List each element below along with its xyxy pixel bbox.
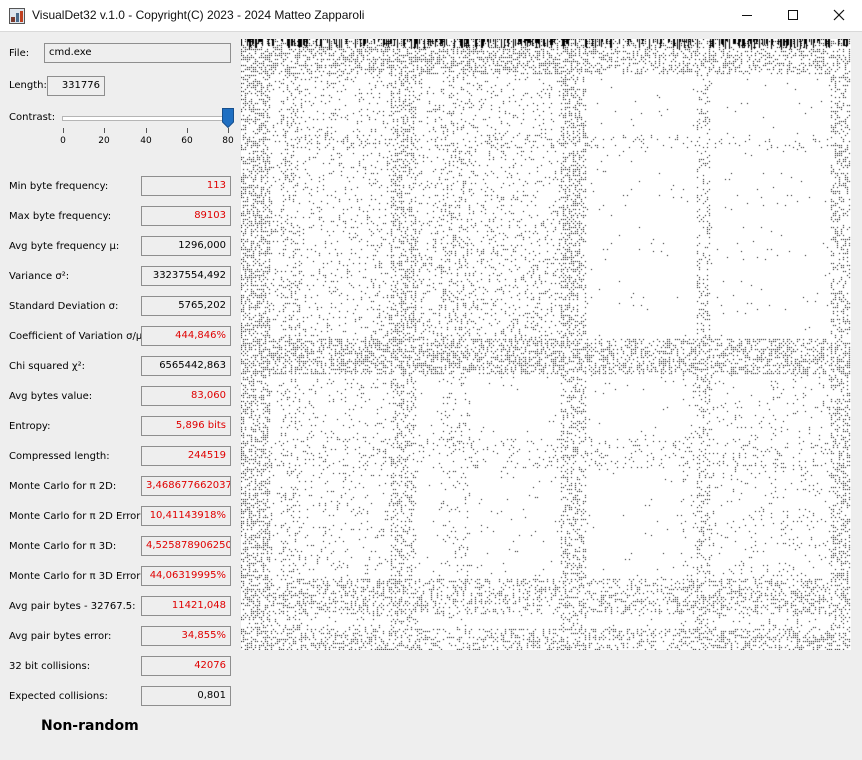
stat-value[interactable]: 83,060	[141, 386, 231, 406]
slider-tick-label: 40	[140, 136, 152, 146]
byte-pair-plot	[241, 39, 851, 650]
stat-value[interactable]: 1296,000	[141, 236, 231, 256]
contrast-label: Contrast:	[9, 112, 56, 123]
stat-label: Monte Carlo for π 2D Error:	[9, 511, 144, 522]
stat-value[interactable]: 10,41143918%	[141, 506, 231, 526]
stat-label: Monte Carlo for π 3D:	[9, 541, 117, 552]
minimize-icon	[742, 15, 752, 16]
stat-value[interactable]: 5765,202	[141, 296, 231, 316]
stat-value[interactable]: 33237554,492	[141, 266, 231, 286]
slider-tick-mark	[104, 128, 105, 133]
stat-label: Entropy:	[9, 421, 51, 432]
slider-tick-label: 60	[181, 136, 193, 146]
stat-value[interactable]: 244519	[141, 446, 231, 466]
stat-label: Variance σ²:	[9, 271, 70, 282]
stat-label: Avg pair bytes - 32767.5:	[9, 601, 136, 612]
stat-label: Monte Carlo for π 3D Error:	[9, 571, 144, 582]
stat-value[interactable]: 444,846%	[141, 326, 231, 346]
file-field[interactable]: cmd.exe	[44, 43, 231, 63]
title-bar: VisualDet32 v.1.0 - Copyright(C) 2023 - …	[0, 0, 862, 32]
randomness-verdict: Non-random	[41, 718, 139, 734]
stat-value[interactable]: 89103	[141, 206, 231, 226]
stat-label: Standard Deviation σ:	[9, 301, 119, 312]
maximize-button[interactable]	[770, 0, 816, 31]
slider-tick-mark	[228, 128, 229, 133]
slider-tick-label: 0	[60, 136, 66, 146]
stat-label: Compressed length:	[9, 451, 110, 462]
slider-tick-label: 20	[98, 136, 110, 146]
stat-value[interactable]: 4,525878906250	[141, 536, 231, 556]
slider-tick-label: 80	[222, 136, 234, 146]
stat-label: Min byte frequency:	[9, 181, 109, 192]
stat-value[interactable]: 34,855%	[141, 626, 231, 646]
stat-label: Expected collisions:	[9, 691, 108, 702]
window-title: VisualDet32 v.1.0 - Copyright(C) 2023 - …	[32, 8, 365, 22]
slider-track[interactable]	[62, 116, 234, 121]
stat-label: Avg pair bytes error:	[9, 631, 112, 642]
slider-tick-mark	[187, 128, 188, 133]
stat-label: Avg bytes value:	[9, 391, 93, 402]
stat-label: Chi squared χ²:	[9, 361, 86, 372]
stat-value[interactable]: 5,896 bits	[141, 416, 231, 436]
slider-thumb[interactable]	[222, 108, 234, 128]
stat-value[interactable]: 44,06319995%	[141, 566, 231, 586]
file-label: File:	[9, 48, 30, 59]
stat-label: Coefficient of Variation σ/μ:	[9, 331, 146, 342]
stat-label: Avg byte frequency μ:	[9, 241, 120, 252]
stat-label: Max byte frequency:	[9, 211, 112, 222]
stat-value[interactable]: 6565442,863	[141, 356, 231, 376]
stat-label: Monte Carlo for π 2D:	[9, 481, 117, 492]
stat-value[interactable]: 113	[141, 176, 231, 196]
stat-value[interactable]: 0,801	[141, 686, 231, 706]
minimize-button[interactable]	[724, 0, 770, 31]
close-button[interactable]	[816, 0, 862, 31]
slider-tick-mark	[63, 128, 64, 133]
slider-tick-mark	[146, 128, 147, 133]
length-label: Length:	[9, 80, 47, 91]
close-icon	[833, 9, 845, 21]
stat-value[interactable]: 42076	[141, 656, 231, 676]
stat-label: 32 bit collisions:	[9, 661, 91, 672]
length-field[interactable]: 331776	[47, 76, 105, 96]
app-logo-icon	[9, 8, 25, 24]
maximize-icon	[788, 10, 798, 20]
stat-value[interactable]: 3,468677662037	[141, 476, 231, 496]
stat-value[interactable]: 11421,048	[141, 596, 231, 616]
